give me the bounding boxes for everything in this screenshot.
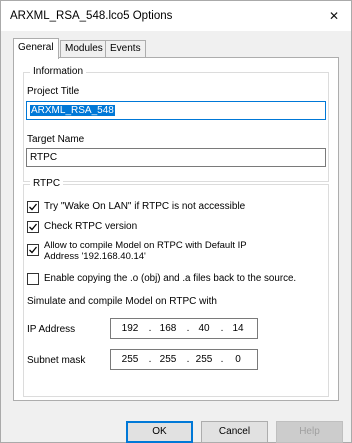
copy-obj-files-checkbox[interactable] <box>27 273 39 285</box>
checkmark-icon <box>29 246 38 254</box>
ip-separator: . <box>148 323 152 334</box>
close-button[interactable]: ✕ <box>317 1 351 31</box>
help-button[interactable]: Help <box>276 421 343 443</box>
subnet-octet-3[interactable]: 255 <box>191 353 217 366</box>
tab-modules[interactable]: Modules <box>60 40 108 58</box>
subnet-octet-1[interactable]: 255 <box>117 353 143 366</box>
dialog-client-area: General Modules Events Information Proje… <box>1 31 351 443</box>
subnet-octet-4[interactable]: 0 <box>225 353 251 366</box>
tab-general[interactable]: General <box>13 38 59 59</box>
target-name-input[interactable]: RTPC <box>26 148 326 167</box>
cancel-button[interactable]: Cancel <box>201 421 268 443</box>
ip-address-input[interactable]: 192 . 168 . 40 . 14 <box>110 318 258 339</box>
checkmark-icon <box>29 203 38 211</box>
project-title-label: Project Title <box>27 86 80 97</box>
ip-address-label: IP Address <box>27 324 76 335</box>
subnet-separator: . <box>148 354 152 365</box>
general-tab-panel: Information Project Title ARXML_RSA_548 … <box>13 57 339 401</box>
default-ip-compile-label-line2[interactable]: Address '192.168.40.14' <box>44 251 146 262</box>
options-dialog: ARXML_RSA_548.lco5 Options ✕ General Mod… <box>0 0 352 443</box>
target-name-label: Target Name <box>27 134 85 145</box>
ip-octet-4[interactable]: 14 <box>225 322 251 335</box>
project-title-value: ARXML_RSA_548 <box>30 105 115 116</box>
ok-button[interactable]: OK <box>126 421 193 443</box>
title-bar[interactable]: ARXML_RSA_548.lco5 Options ✕ <box>1 1 351 31</box>
subnet-octet-2[interactable]: 255 <box>155 353 181 366</box>
window-title: ARXML_RSA_548.lco5 Options <box>10 10 173 22</box>
ip-octet-2[interactable]: 168 <box>155 322 181 335</box>
target-name-value: RTPC <box>30 152 58 163</box>
rtpc-group-legend: RTPC <box>30 178 64 190</box>
default-ip-compile-label-line1[interactable]: Allow to compile Model on RTPC with Defa… <box>44 240 247 251</box>
check-rtpc-version-label[interactable]: Check RTPC version <box>44 221 137 233</box>
ip-octet-1[interactable]: 192 <box>117 322 143 335</box>
copy-obj-files-label[interactable]: Enable copying the .o (obj) and .a files… <box>44 273 296 285</box>
subnet-mask-input[interactable]: 255 . 255 . 255 . 0 <box>110 349 258 370</box>
check-rtpc-version-checkbox[interactable] <box>27 221 39 233</box>
default-ip-compile-checkbox[interactable] <box>27 244 39 256</box>
tab-events[interactable]: Events <box>105 40 146 58</box>
close-icon: ✕ <box>328 9 340 23</box>
wake-on-lan-checkbox[interactable] <box>27 201 39 213</box>
subnet-mask-label: Subnet mask <box>27 355 86 366</box>
simulate-compile-label: Simulate and compile Model on RTPC with <box>27 296 217 307</box>
information-group-legend: Information <box>30 66 87 78</box>
project-title-input[interactable]: ARXML_RSA_548 <box>26 101 326 120</box>
checkmark-icon <box>29 223 38 231</box>
wake-on-lan-label[interactable]: Try "Wake On LAN" if RTPC is not accessi… <box>44 201 245 213</box>
ip-octet-3[interactable]: 40 <box>191 322 217 335</box>
